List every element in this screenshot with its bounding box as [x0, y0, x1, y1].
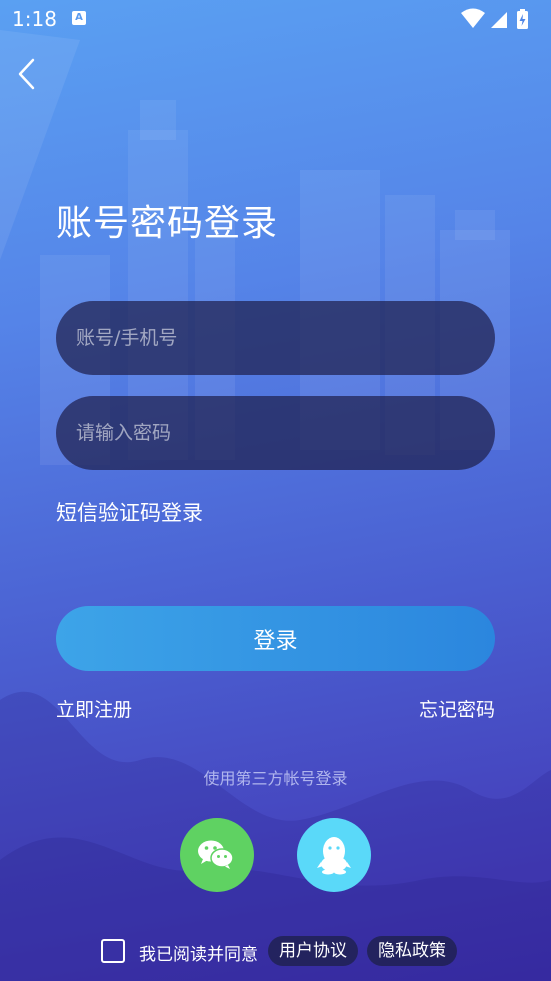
wechat-icon	[198, 840, 234, 869]
account-input[interactable]	[56, 301, 495, 375]
status-bar: 1:18 A	[0, 0, 551, 38]
battery-charging-icon	[517, 9, 528, 29]
page-title: 账号密码登录	[56, 203, 279, 244]
login-button[interactable]: 登录	[56, 606, 495, 671]
status-icons	[461, 8, 528, 29]
chevron-left-icon[interactable]	[12, 56, 44, 92]
wifi-icon	[461, 8, 485, 28]
a-badge-icon: A	[72, 11, 86, 25]
forgot-password-link[interactable]: 忘记密码	[419, 695, 495, 722]
qq-login-button[interactable]	[297, 818, 371, 892]
background-illustration	[0, 30, 551, 981]
third-party-heading: 使用第三方帐号登录	[203, 769, 348, 788]
signal-icon	[491, 12, 507, 28]
agreement-text: 我已阅读并同意	[139, 945, 258, 965]
sms-login-link[interactable]: 短信验证码登录	[56, 497, 203, 527]
password-input[interactable]	[56, 396, 495, 470]
user-agreement-link[interactable]: 用户协议	[268, 936, 358, 966]
agreement-checkbox[interactable]	[101, 939, 125, 963]
status-time: 1:18	[12, 7, 57, 31]
wechat-login-button[interactable]	[180, 818, 254, 892]
qq-icon	[317, 837, 351, 875]
register-link[interactable]: 立即注册	[56, 695, 132, 722]
privacy-policy-link[interactable]: 隐私政策	[367, 936, 457, 966]
